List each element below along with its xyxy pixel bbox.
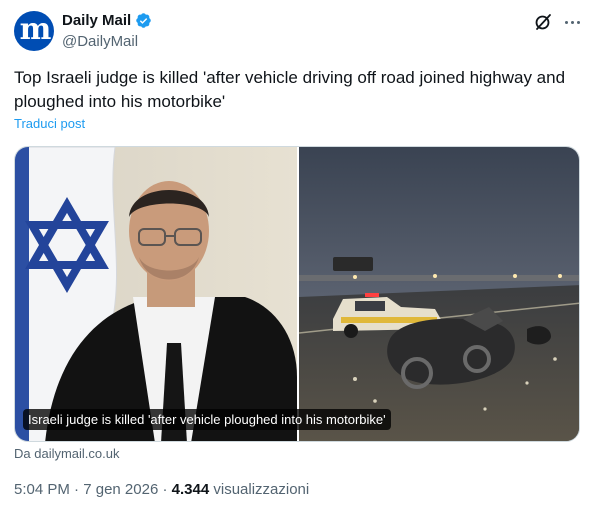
more-icon[interactable]	[562, 12, 582, 32]
translate-post-link[interactable]: Traduci post	[14, 116, 85, 131]
avatar[interactable]: m	[14, 11, 54, 51]
daily-mail-logo: m	[19, 12, 52, 47]
tweet-date[interactable]: 7 gen 2026	[83, 481, 158, 498]
card-caption: Israeli judge is killed 'after vehicle p…	[23, 409, 391, 430]
tweet-text: Top Israeli judge is killed 'after vehic…	[14, 68, 566, 111]
handle[interactable]: @DailyMail	[62, 33, 138, 50]
more-dot	[564, 20, 568, 24]
tweet-time[interactable]: 5:04 PM	[14, 481, 70, 498]
tweet[interactable]: m Daily Mail @DailyMail Top Israeli judg…	[0, 0, 592, 519]
card-image	[15, 147, 579, 441]
meta-separator: ·	[162, 481, 168, 498]
link-card[interactable]: Israeli judge is killed 'after vehicle p…	[14, 146, 580, 442]
views-count: 4.344	[171, 481, 210, 498]
meta-separator: ·	[74, 481, 80, 498]
more-dot	[576, 20, 580, 24]
judge-photo	[15, 147, 297, 441]
display-name[interactable]: Daily Mail	[62, 12, 131, 29]
author-name-row[interactable]: Daily Mail	[62, 12, 152, 29]
views-label: visualizzazioni	[213, 481, 310, 498]
tweet-meta: 5:04 PM · 7 gen 2026 · 4.344 visualizzaz…	[14, 481, 309, 498]
verified-badge-icon	[136, 13, 151, 28]
card-source[interactable]: Da dailymail.co.uk	[14, 446, 120, 461]
grok-icon[interactable]	[533, 12, 553, 32]
more-dot	[570, 20, 574, 24]
crash-scene-photo	[298, 147, 579, 441]
